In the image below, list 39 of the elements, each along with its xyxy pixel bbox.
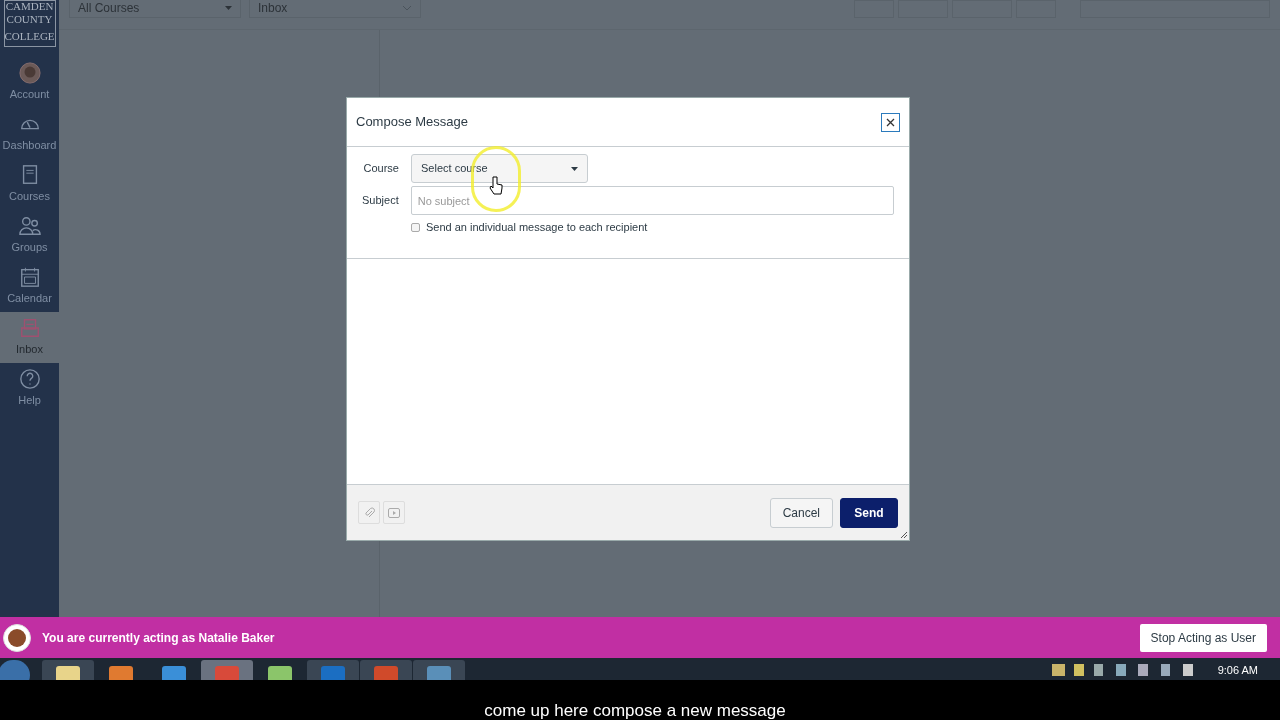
course-filter-dropdown[interactable]: All Courses: [69, 0, 241, 18]
banner-text: You are currently acting as Natalie Baker: [42, 629, 275, 647]
field-label: Subject: [362, 193, 399, 209]
college-logo[interactable]: CAMDEN COUNTY COLLEGE: [3, 0, 56, 47]
chevron-icon: [402, 5, 412, 11]
resize-handle-icon[interactable]: [900, 531, 908, 539]
close-icon: [886, 117, 895, 127]
send-button[interactable]: Send: [840, 497, 898, 528]
caret-icon: [225, 6, 232, 10]
avatar-icon: [18, 62, 41, 85]
checkbox-label: Send an individual message to each recipient: [426, 220, 648, 235]
pointer-icon: [489, 176, 503, 196]
nav-item[interactable]: Account: [0, 57, 59, 108]
people-icon: [18, 215, 41, 238]
subject-field[interactable]: No subject: [410, 186, 894, 215]
close-button[interactable]: [881, 112, 900, 132]
nav-item[interactable]: Inbox: [0, 312, 59, 363]
inbox-icon: [18, 317, 41, 340]
paperclip-icon: [363, 506, 375, 519]
attach-button[interactable]: [358, 501, 380, 524]
nav-item[interactable]: Dashboard: [0, 108, 59, 159]
nav-item[interactable]: Courses: [0, 159, 59, 210]
checkbox[interactable]: [411, 222, 420, 232]
avatar: [3, 623, 31, 652]
nav-item[interactable]: Help: [0, 363, 59, 414]
nav-item[interactable]: Groups: [0, 210, 59, 261]
mailbox-filter-dropdown[interactable]: Inbox: [249, 0, 421, 18]
caret-icon: [571, 166, 578, 171]
nav-item[interactable]: Calendar: [0, 261, 59, 312]
cancel-button[interactable]: Cancel: [769, 497, 833, 528]
video-icon: [388, 507, 400, 518]
help-icon: [18, 368, 41, 391]
clock-text: 9:06 AM: [1217, 663, 1258, 678]
media-button[interactable]: [383, 501, 405, 524]
dialog-title: Compose Message: [356, 113, 468, 132]
field-label: Course: [362, 161, 399, 177]
video-caption: come up here compose a new message: [484, 702, 786, 720]
stop-acting-button[interactable]: Stop Acting as User: [1139, 623, 1267, 652]
calendar-icon: [18, 266, 41, 289]
